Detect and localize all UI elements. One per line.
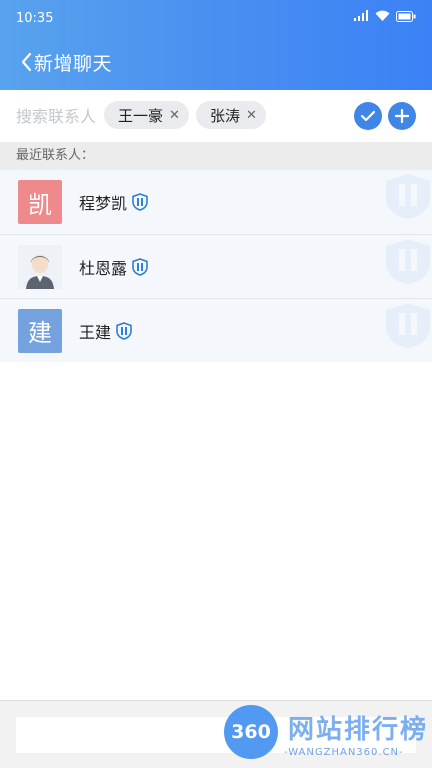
status-icons [353, 10, 416, 22]
avatar: 建 [18, 308, 62, 353]
shield-icon [132, 193, 148, 211]
chip-label: 王一豪 [118, 106, 164, 125]
contact-name: 程梦凯 [79, 194, 128, 213]
title-bar: 新增聊天 [0, 40, 432, 84]
status-time: 10:35 [16, 11, 54, 26]
avatar-initial: 建 [28, 319, 52, 347]
chip-label: 张涛 [210, 106, 241, 125]
logo-title: 网站排行榜 [288, 715, 429, 745]
plus-icon [395, 109, 409, 123]
site-watermark-logo: 360 网站排行榜 -WANGZHAN360.CN- [222, 705, 432, 768]
selected-contact-chip[interactable]: 张涛 ✕ [196, 101, 266, 129]
watermark-shield-icon [386, 174, 430, 219]
battery-icon [396, 10, 416, 22]
avatar: 凯 [18, 180, 62, 224]
user-photo-icon [18, 244, 62, 289]
search-input[interactable] [16, 106, 100, 126]
close-icon[interactable]: ✕ [246, 108, 257, 123]
shield-icon [116, 321, 132, 340]
contact-name: 王建 [79, 322, 112, 342]
status-bar: 10:35 [0, 0, 432, 40]
close-icon[interactable]: ✕ [169, 108, 180, 123]
add-contact-button[interactable] [388, 102, 416, 130]
recent-contacts-label: 最近联系人： [0, 142, 432, 170]
watermark-shield-icon [386, 303, 430, 348]
contact-name: 杜恩露 [79, 258, 128, 278]
selected-contact-chip[interactable]: 王一豪 ✕ [104, 101, 189, 129]
page-title: 新增聊天 [34, 52, 113, 75]
contact-row[interactable]: 建 王建 [0, 298, 432, 362]
back-button[interactable] [0, 40, 32, 84]
confirm-button[interactable] [354, 102, 382, 130]
search-row: 王一豪 ✕ 张涛 ✕ [0, 90, 432, 142]
logo-badge: 360 [224, 705, 278, 759]
avatar-initial: 凯 [28, 190, 52, 219]
shield-icon [132, 257, 148, 276]
logo-subtitle: -WANGZHAN360.CN- [284, 747, 404, 758]
avatar [18, 244, 62, 289]
contact-row[interactable]: 杜恩露 [0, 234, 432, 298]
wifi-icon [375, 10, 390, 21]
signal-icon [354, 10, 368, 21]
app-header: 10:35 新增聊天 [0, 0, 432, 90]
watermark-shield-icon [386, 239, 430, 284]
contact-row[interactable]: 凯 程梦凯 [0, 170, 432, 234]
check-icon [360, 110, 376, 122]
chevron-left-icon [21, 52, 32, 72]
recent-contacts-list: 凯 程梦凯 杜恩露 建 王建 [0, 170, 432, 362]
